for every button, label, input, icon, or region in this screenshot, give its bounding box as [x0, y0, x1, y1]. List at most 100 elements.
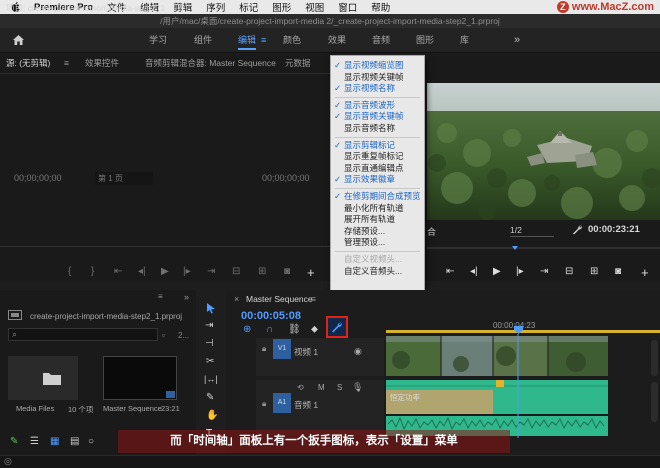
audio-lock-icon[interactable]: 🔒︎ — [262, 399, 266, 409]
program-export-frame-icon[interactable]: ◙ — [615, 266, 621, 277]
timeline-vertical-scrollbar-video[interactable] — [651, 340, 658, 376]
source-play-icon[interactable]: ▶ — [161, 266, 169, 277]
menu-view[interactable]: 视图 — [305, 0, 324, 14]
workspace-libraries[interactable]: 库 — [460, 28, 469, 53]
menu-sequence[interactable]: 序列 — [206, 0, 225, 14]
timeline-clips[interactable] — [386, 334, 608, 438]
project-panel-menu-icon[interactable]: ≡ — [158, 292, 163, 301]
source-step-back-icon[interactable]: ◂| — [138, 266, 146, 277]
work-area-bar[interactable] — [386, 330, 660, 333]
program-step-back-icon[interactable]: ◂| — [470, 266, 478, 277]
project-search-input[interactable]: ⌕ — [8, 328, 158, 341]
program-add-button-icon[interactable]: + — [641, 265, 649, 280]
program-play-icon[interactable]: ▶ — [493, 266, 501, 277]
timeline-vertical-scrollbar-audio[interactable] — [651, 382, 658, 422]
program-step-forward-icon[interactable]: |▸ — [516, 266, 524, 277]
solo-button[interactable]: S — [337, 383, 342, 392]
workspace-graphics[interactable]: 图形 — [416, 28, 434, 53]
workspace-editing[interactable]: 编辑 — [238, 28, 257, 53]
write-enable-pencil-icon[interactable]: ✎ — [10, 436, 18, 447]
settings-menu-item[interactable]: ✓ 显示剪辑标记 — [331, 140, 424, 152]
source-mark-in-icon[interactable]: { — [68, 266, 71, 277]
settings-menu-item[interactable]: 自定义音频头... — [331, 266, 424, 278]
mute-button[interactable]: M — [318, 383, 325, 392]
menu-window[interactable]: 窗口 — [338, 0, 357, 14]
timeline-playhead[interactable] — [514, 326, 523, 334]
tab-effect-controls[interactable]: 效果控件 — [85, 54, 119, 73]
settings-menu-item[interactable]: 显示音频名称 — [331, 123, 424, 135]
menu-help[interactable]: 帮助 — [371, 0, 390, 14]
program-extract-icon[interactable]: ⊞ — [590, 266, 598, 277]
bin-media-files[interactable] — [8, 356, 78, 400]
tab-metadata[interactable]: 元数据 — [285, 54, 311, 73]
settings-menu-item[interactable]: 显示重复帧标记 — [331, 151, 424, 163]
workspace-learn[interactable]: 学习 — [149, 28, 167, 53]
settings-menu-item[interactable]: ✓ 显示视频名称 — [331, 83, 424, 95]
settings-menu-item[interactable]: 最小化所有轨道 — [331, 203, 424, 215]
workspace-assembly[interactable]: 组件 — [194, 28, 212, 53]
source-goto-out-icon[interactable]: ⇥ — [207, 266, 215, 277]
home-icon[interactable] — [12, 34, 25, 46]
program-lift-icon[interactable]: ⊟ — [565, 266, 573, 277]
settings-menu-item[interactable]: ✓ 显示视频缩览图 — [331, 60, 424, 72]
list-view-icon[interactable]: ☰ — [30, 436, 39, 447]
timeline-close-icon[interactable]: × — [234, 294, 239, 304]
ripple-edit-tool-icon[interactable]: ⊣ — [205, 338, 214, 349]
program-settings-wrench-icon[interactable] — [572, 224, 583, 235]
a1-track-target[interactable]: A1 — [273, 393, 291, 413]
slip-tool-icon[interactable]: |↔| — [204, 374, 218, 384]
add-marker-icon[interactable]: ⬥ — [311, 324, 318, 335]
settings-menu-item[interactable]: ✓ 显示音频波形 — [331, 100, 424, 112]
linked-selection-icon[interactable]: ⛓ — [288, 324, 301, 335]
source-page-select[interactable]: 第 1 页 — [95, 172, 153, 185]
source-timecode-in[interactable]: 00;00;00;00 — [14, 173, 62, 183]
freeform-view-icon[interactable]: ▤ — [70, 436, 79, 447]
menu-markers[interactable]: 标记 — [239, 0, 258, 14]
zoom-slider-icon[interactable]: ○ — [88, 436, 94, 447]
source-scrub-bar[interactable] — [0, 246, 335, 247]
workspace-color[interactable]: 颜色 — [283, 28, 301, 53]
source-overwrite-icon[interactable]: ⊞ — [258, 266, 266, 277]
source-step-forward-icon[interactable]: |▸ — [183, 266, 191, 277]
workspace-editing-menu-icon[interactable]: ≡ — [261, 28, 266, 53]
timeline-playhead-timecode[interactable]: 00:00:05:08 — [241, 310, 301, 322]
settings-menu-item[interactable]: 管理预设... — [331, 237, 424, 249]
program-goto-in-icon[interactable]: ⇤ — [446, 266, 454, 277]
tab-source-menu-icon[interactable]: ≡ — [64, 54, 69, 73]
source-goto-in-icon[interactable]: ⇤ — [114, 266, 122, 277]
sequence-tab-menu-icon[interactable]: ≡ — [311, 294, 316, 304]
settings-menu-item[interactable]: ✓ 显示音频关键帧 — [331, 111, 424, 123]
settings-menu-item[interactable]: 自定义视频头... — [331, 254, 424, 266]
audio-sync-lock-icon[interactable]: ⟲ — [297, 383, 304, 392]
menu-graphics[interactable]: 图形 — [272, 0, 291, 14]
workspace-more-button[interactable]: » — [514, 28, 520, 53]
snap-icon[interactable]: ∩ — [266, 324, 273, 335]
hand-tool-icon[interactable]: ✋ — [206, 410, 218, 421]
insert-sequence-as-nest-icon[interactable]: ⊕ — [243, 324, 251, 335]
settings-menu-item[interactable]: 显示视频关键帧 — [331, 72, 424, 84]
pen-tool-icon[interactable]: ✎ — [206, 392, 214, 403]
workspace-audio[interactable]: 音频 — [372, 28, 390, 53]
settings-menu-item[interactable]: ✓ 在修剪期间合成预览 — [331, 191, 424, 203]
tab-audio-clip-mixer[interactable]: 音频剪辑混合器: Master Sequence — [145, 54, 276, 73]
source-export-frame-icon[interactable]: ◙ — [284, 266, 290, 277]
toggle-output-eye-icon[interactable]: ◉ — [354, 346, 362, 357]
source-insert-icon[interactable]: ⊟ — [232, 266, 240, 277]
project-panel-title[interactable]: 项目: create-project-import-media-step2_1 — [6, 2, 165, 14]
menu-clip[interactable]: 剪辑 — [173, 0, 192, 14]
settings-menu-item[interactable]: 展开所有轨道 — [331, 214, 424, 226]
program-fit-select[interactable]: 合 — [427, 225, 436, 238]
timeline-settings-wrench-button[interactable] — [326, 316, 348, 338]
new-bin-icon[interactable]: ▫ — [162, 330, 165, 340]
settings-menu-item[interactable]: 显示直通编辑点 — [331, 163, 424, 175]
track-select-tool-icon[interactable]: ⇥ — [205, 320, 213, 331]
bin-master-sequence[interactable] — [103, 356, 177, 400]
source-mark-out-icon[interactable]: } — [91, 266, 94, 277]
icon-view-icon[interactable]: ▦ — [50, 436, 59, 447]
workspace-effects[interactable]: 效果 — [328, 28, 346, 53]
v1-track-target[interactable]: V1 — [273, 339, 291, 359]
selection-tool-icon[interactable] — [205, 302, 217, 314]
settings-menu-item[interactable]: ✓ 显示效果徽章 — [331, 174, 424, 186]
razor-tool-icon[interactable]: ✂ — [206, 356, 214, 367]
voiceover-mic-icon[interactable]: 🎙︎ — [352, 382, 363, 393]
